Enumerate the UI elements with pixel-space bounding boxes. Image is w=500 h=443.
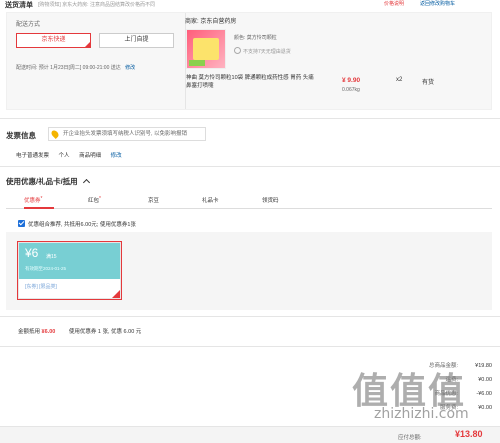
invoice-tip: 开企业抬头发票须填写纳税人识别号, 以免影响报销	[48, 127, 206, 141]
product-quantity: x2	[396, 77, 403, 83]
watermark: 值值值 zhizhizhi.com	[352, 362, 469, 422]
product-weight: 0.067kg	[342, 87, 360, 93]
delivery-time-label: 配送时间:	[16, 65, 38, 71]
page-subtitle: [购物须知] 京东大药房: 注意商品因结算改价格而不同	[38, 2, 155, 8]
coupon-amount: ¥6	[25, 246, 39, 260]
shipping-option-jd-express[interactable]: 京东快递	[16, 33, 91, 48]
tab-jd-beans[interactable]: 京豆	[148, 196, 159, 204]
coupon-card[interactable]: ¥6 满15 有效期至2024-01-25 [东券] [限品类]	[18, 242, 121, 299]
chevron-up-icon	[82, 178, 90, 187]
discount-summary: 金额抵用 ¥6.00 使用优惠券 1 张, 优惠 6.00 元	[18, 327, 141, 335]
product-tag-graphic	[189, 60, 205, 66]
coupon-header: ¥6 满15 有效期至2024-01-25	[19, 243, 120, 279]
divider	[0, 118, 500, 119]
stock-status: 有货	[422, 80, 435, 86]
discount-value: ¥6.00	[41, 329, 56, 335]
discount-desc: 使用优惠券 1 张, 优惠 6.00 元	[68, 329, 142, 335]
shop-name: 商家: 京东自营药房	[185, 19, 237, 25]
required-star: *	[40, 196, 43, 202]
coupon-condition: 满15	[46, 254, 57, 260]
price-note-link[interactable]: 价格说明	[384, 0, 404, 7]
invoice-details: 电子普通发票 个人 商品明细 修改	[16, 151, 130, 159]
shipping-label: 配送方式	[16, 22, 41, 28]
product-price: ¥ 9.90	[342, 77, 361, 84]
tab-pickup-code[interactable]: 领货码	[262, 196, 279, 204]
required-star: *	[99, 196, 101, 202]
tab-coupons[interactable]: 优惠券*	[24, 196, 42, 204]
coupon-validity: 有效期至2024-01-25	[25, 266, 67, 271]
recommend-label: 优惠组合推荐, 共抵用6.00元; 使用优惠券1张	[28, 222, 136, 228]
tab-gift-card[interactable]: 礼品卡	[202, 196, 219, 204]
page-title: 送货清单	[5, 2, 33, 9]
tab-label: 红包	[88, 198, 100, 204]
delivery-time-value: 预计 1月23日[周二] 09:00-21:00 送达	[38, 65, 121, 71]
tab-red-packets[interactable]: 红包*	[88, 196, 101, 204]
back-to-cart-link[interactable]: 返回修改购物车	[420, 0, 455, 7]
coupon-type: [东券] [限品类]	[25, 284, 57, 290]
invoice-edit-link[interactable]: 修改	[111, 153, 122, 159]
divider	[0, 346, 500, 347]
delivery-time-edit-link[interactable]: 修改	[125, 65, 135, 71]
discount-label: 金额抵用	[18, 329, 41, 335]
coupon-section-title: 使用优惠/礼品卡/抵用	[6, 177, 78, 186]
recommend-checkbox[interactable]	[18, 220, 25, 227]
product-image[interactable]	[186, 29, 226, 69]
location-pin-icon	[50, 129, 60, 139]
active-tab-indicator	[24, 207, 54, 209]
shipping-option-pickup[interactable]: 上门自提	[99, 33, 174, 48]
payable-amount: ¥13.80	[455, 429, 483, 439]
no-return-icon	[234, 47, 241, 54]
product-name[interactable]: 神曲 莫方怜司颗粒10袋 脾通颗粒成药性感 胃药 头痛鼻塞打喷嚏	[186, 74, 314, 90]
invoice-holder: 个人	[58, 153, 70, 159]
invoice-content: 商品明细	[79, 153, 102, 159]
payable-bar: 应付总额: ¥13.80	[0, 426, 500, 443]
delivery-time: 配送时间: 预计 1月23日[周二] 09:00-21:00 送达 修改	[16, 64, 135, 71]
page-header: 送货清单 [购物须知] 京东大药房: 注意商品因结算改价格而不同 价格说明 返回…	[0, 0, 500, 9]
invoice-title: 发票信息	[6, 131, 36, 140]
divider	[0, 316, 500, 317]
divider	[0, 166, 500, 167]
return-policy: 不支持7天无理由退货	[243, 49, 291, 55]
product-color: 颜色: 莫方怜司颗粒	[234, 35, 277, 41]
product-box-graphic	[193, 38, 219, 60]
payable-label: 应付总额:	[398, 435, 422, 441]
invoice-tip-text: 开企业抬头发票须填写纳税人识别号, 以免影响报销	[63, 131, 188, 137]
selected-check-icon	[112, 290, 120, 298]
delivery-box: 配送方式 京东快递 上门自提 配送时间: 预计 1月23日[周二] 09:00-…	[6, 12, 492, 110]
invoice-type: 电子普通发票	[16, 153, 50, 159]
watermark-url: zhizhizhi.com	[374, 406, 469, 422]
tab-label: 优惠券	[24, 198, 41, 204]
coupon-section-toggle[interactable]: 使用优惠/礼品卡/抵用	[6, 176, 90, 187]
coupon-tabs: 优惠券* 红包* 京豆 礼品卡 领货码	[6, 191, 492, 209]
